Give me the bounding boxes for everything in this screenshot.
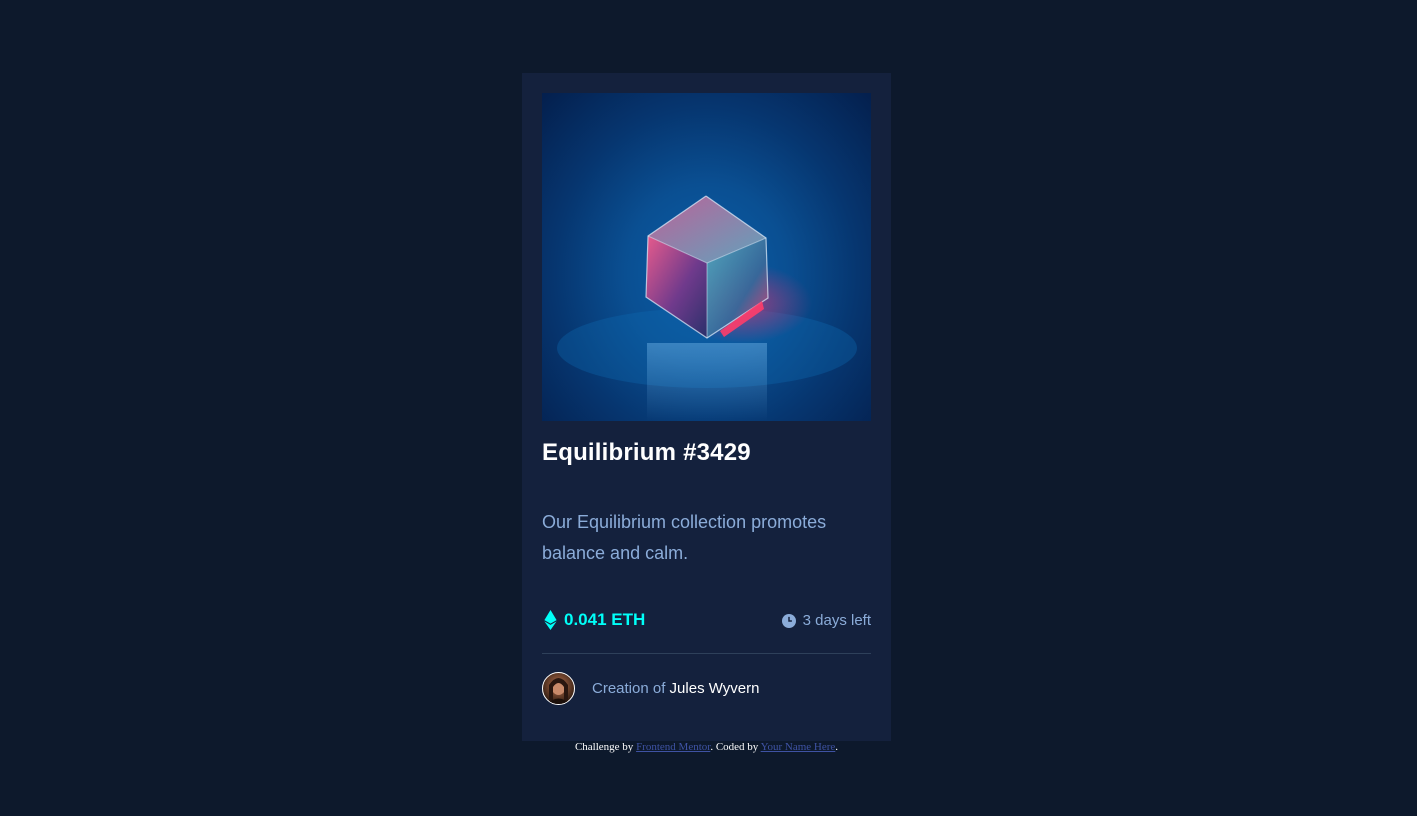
frontend-mentor-link[interactable]: Frontend Mentor: [636, 741, 710, 753]
time-left-text: 3 days left: [802, 612, 871, 629]
price-value: 0.041 ETH: [564, 610, 646, 629]
attribution: Challenge by Frontend Mentor. Coded by Y…: [0, 741, 1413, 753]
creator-name-link[interactable]: Jules Wyvern: [670, 680, 760, 697]
card-title[interactable]: Equilibrium #3429: [542, 439, 751, 467]
nft-card: Equilibrium #3429 Our Equilibrium collec…: [522, 73, 891, 741]
nft-image[interactable]: [542, 93, 871, 421]
clock-icon: [781, 613, 796, 628]
creator-prefix: Creation of: [592, 680, 666, 697]
creator-text: Creation of Jules Wyvern: [592, 680, 759, 697]
crystal-cube-illustration: [557, 195, 857, 421]
author-link[interactable]: Your Name Here: [761, 741, 836, 753]
attribution-suffix: .: [835, 741, 839, 753]
avatar: [542, 672, 575, 705]
time-remaining: 3 days left: [781, 612, 871, 629]
attribution-prefix: Challenge by: [574, 741, 634, 753]
ethereum-icon: [542, 610, 559, 630]
creator-row: Creation of Jules Wyvern: [542, 672, 759, 705]
attribution-middle: . Coded by: [710, 741, 759, 753]
price-info: 0.041 ETH: [542, 610, 645, 630]
card-description: Our Equilibrium collection promotes bala…: [542, 512, 827, 563]
divider: [542, 653, 871, 654]
